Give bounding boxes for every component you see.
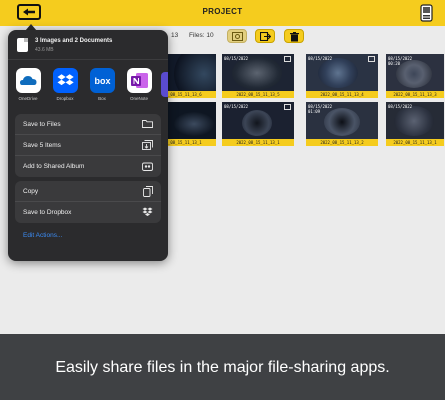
- share-icon: [260, 32, 271, 41]
- onenote-icon: [126, 68, 152, 93]
- project-id-label: 13: [171, 32, 179, 39]
- share-sheet-title: 3 Images and 2 Documents: [35, 38, 113, 44]
- action-save-items[interactable]: Save 5 Items: [15, 135, 161, 156]
- thumbnail-caption: 2022_08_15_11_13_2: [306, 139, 378, 146]
- app-dropbox[interactable]: Dropbox: [51, 68, 79, 101]
- thumbnail-caption: 2022_08_15_11_13_3: [386, 91, 444, 98]
- more-apps-partial-icon[interactable]: [161, 72, 168, 97]
- share-button[interactable]: [255, 29, 275, 43]
- thumbnail-6[interactable]: 08/15/2022 2022_08_15_11_13_1: [222, 102, 294, 146]
- folder-icon: [142, 120, 153, 128]
- app-onenote[interactable]: OneNote: [125, 68, 153, 101]
- thumbnail-2[interactable]: 08/15/2022 2022_08_15_11_13_5: [222, 54, 294, 98]
- thumbnail-caption: 2022_08_15_11_13_1: [222, 139, 294, 146]
- share-sheet-subtitle: 43.6 MB: [35, 47, 54, 53]
- document-icon: [17, 38, 28, 52]
- actions-group-copy: Copy Save to Dropbox: [15, 181, 161, 223]
- image-type-icon: [284, 56, 291, 62]
- share-apps-row: OneDrive Dropbox box Box OneNote: [8, 64, 168, 106]
- share-sheet: 3 Images and 2 Documents 43.6 MB OneDriv…: [8, 30, 168, 261]
- app-onedrive[interactable]: OneDrive: [14, 68, 42, 101]
- action-copy[interactable]: Copy: [15, 181, 161, 202]
- copy-icon: [143, 186, 153, 197]
- save-items-icon: [142, 140, 153, 150]
- select-button[interactable]: [227, 29, 247, 43]
- caption-band: Easily share files in the major file-sha…: [0, 334, 445, 400]
- image-type-icon: [284, 104, 291, 110]
- dropbox-small-icon: [142, 207, 153, 216]
- thumbnail-8[interactable]: 08/15/2022 2022_08_15_11_13_1: [386, 102, 444, 146]
- dropbox-icon: [52, 68, 78, 93]
- app-box[interactable]: box Box: [88, 68, 116, 101]
- thumbnail-4[interactable]: 08/15/2022 00:20 2022_08_15_11_13_3: [386, 54, 444, 98]
- image-select-icon: [232, 32, 243, 41]
- actions-group-save: Save to Files Save 5 Items Add to Shared…: [15, 114, 161, 177]
- shared-album-icon: [142, 162, 153, 171]
- files-count-label: Files: 10: [189, 32, 214, 39]
- action-add-shared-album[interactable]: Add to Shared Album: [15, 156, 161, 177]
- delete-button[interactable]: [284, 29, 304, 43]
- image-type-icon: [368, 56, 375, 62]
- share-sheet-header: 3 Images and 2 Documents 43.6 MB: [8, 30, 168, 60]
- thumbnail-3[interactable]: 08/15/2022 2022_08_15_11_13_4: [306, 54, 378, 98]
- trash-icon: [290, 32, 299, 42]
- app-screen: PROJECT 13 Files: 10 2022_08_15_11_13_6 …: [0, 0, 445, 334]
- svg-text:box: box: [94, 76, 110, 86]
- edit-actions-link[interactable]: Edit Actions...: [23, 232, 62, 239]
- device-icon[interactable]: [420, 4, 433, 22]
- caption-text: Easily share files in the major file-sha…: [55, 359, 390, 376]
- box-icon: box: [89, 68, 115, 93]
- thumbnail-caption: 2022_08_15_11_13_5: [222, 91, 294, 98]
- page-title: PROJECT: [202, 7, 243, 16]
- top-bar: PROJECT: [0, 0, 445, 26]
- thumbnail-caption: 2022_08_15_11_13_4: [306, 91, 378, 98]
- thumbnail-7[interactable]: 08/15/2022 01:09 2022_08_15_11_13_2: [306, 102, 378, 146]
- thumbnail-caption: 2022_08_15_11_13_1: [386, 139, 444, 146]
- action-save-to-dropbox[interactable]: Save to Dropbox: [15, 202, 161, 223]
- onedrive-icon: [15, 68, 41, 93]
- action-save-to-files[interactable]: Save to Files: [15, 114, 161, 135]
